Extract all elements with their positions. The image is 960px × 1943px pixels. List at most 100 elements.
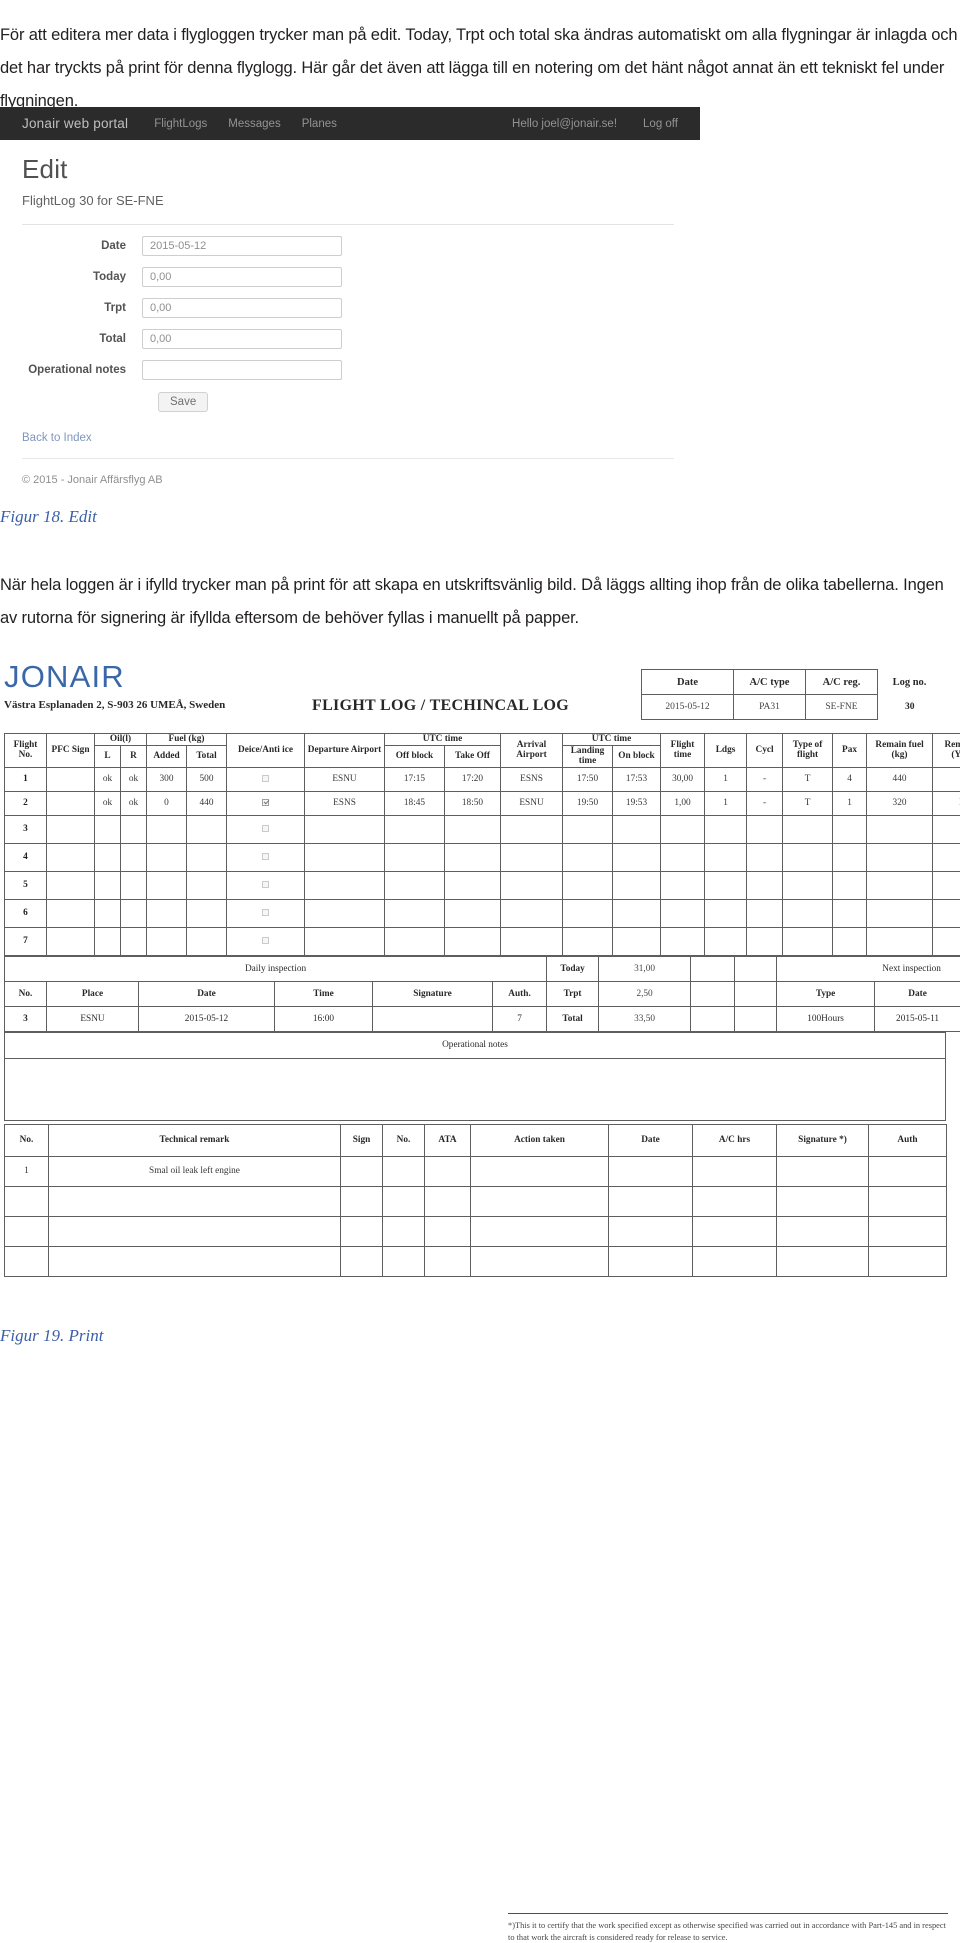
cell-no: 6 <box>5 899 47 927</box>
summary-blank-b <box>735 956 777 981</box>
nav-item-messages[interactable]: Messages <box>228 118 280 130</box>
tech-cell-achrs <box>693 1246 777 1276</box>
checkbox-unchecked-icon <box>262 825 269 832</box>
col-utc-time-departure: UTC time <box>385 734 501 746</box>
back-to-index-link[interactable]: Back to Index <box>22 432 700 444</box>
col-oil-r: R <box>121 745 147 767</box>
label-trpt: Trpt <box>22 302 142 314</box>
cell-oil-l: ok <box>95 767 121 791</box>
cell-type <box>783 927 833 955</box>
cell-ldgs: 1 <box>705 791 747 815</box>
cell-pfc <box>47 927 95 955</box>
cell-ldgs <box>705 899 747 927</box>
cell-no: 7 <box>5 927 47 955</box>
tech-cell-auth <box>869 1246 947 1276</box>
col-off-block: Off block <box>385 745 445 767</box>
cell-oil-r: ok <box>121 791 147 815</box>
table-row: 1okok300500ESNU17:1517:20ESNS17:5017:533… <box>5 767 960 791</box>
deice-checkbox-cell <box>227 815 305 843</box>
col-fuel-added: Added <box>147 745 187 767</box>
cell-arr <box>501 927 563 955</box>
tech-header-no2: No. <box>383 1124 425 1156</box>
cell-fuel-added <box>147 927 187 955</box>
today-input[interactable]: 0,00 <box>142 267 342 287</box>
log-off-link[interactable]: Log off <box>643 118 678 130</box>
tech-cell-no: 1 <box>5 1156 49 1186</box>
di-header-auth: Auth. <box>493 981 547 1006</box>
tech-cell-ata <box>425 1246 471 1276</box>
cell-oil-r: ok <box>121 767 147 791</box>
save-button[interactable]: Save <box>158 392 208 412</box>
user-greeting[interactable]: Hello joel@jonair.se! <box>512 118 617 130</box>
cell-type: T <box>783 767 833 791</box>
col-pfc-sign: PFC Sign <box>47 734 95 768</box>
cell-on-block <box>613 871 661 899</box>
tech-header-no: No. <box>5 1124 49 1156</box>
cell-oil-r <box>121 843 147 871</box>
cell-remarks <box>933 871 960 899</box>
flight-rows-body: 1okok300500ESNU17:1517:20ESNS17:5017:533… <box>5 767 960 955</box>
cell-oil-r <box>121 927 147 955</box>
table-row <box>5 1058 946 1120</box>
col-remain-fuel: Remain fuel (kg) <box>867 734 933 768</box>
deice-checkbox-cell <box>227 843 305 871</box>
form-row-date: Date 2015-05-12 <box>22 236 700 256</box>
cell-dep <box>305 899 385 927</box>
figure-18-edit-screenshot: Jonair web portal FlightLogs Messages Pl… <box>0 107 700 497</box>
col-landing-time: Landing time <box>563 745 613 767</box>
cell-fuel-total <box>187 843 227 871</box>
label-today: Today <box>22 271 142 283</box>
label-total: Total <box>22 333 142 345</box>
cell-arr <box>501 899 563 927</box>
tech-cell-no <box>5 1246 49 1276</box>
cell-oil-r <box>121 871 147 899</box>
cell-pax <box>833 871 867 899</box>
cell-fuel-added <box>147 871 187 899</box>
summary-blank-a <box>691 956 735 981</box>
col-oil: Oil(l) <box>95 734 147 746</box>
portal-navbar: Jonair web portal FlightLogs Messages Pl… <box>0 107 700 140</box>
cell-fuel-added <box>147 815 187 843</box>
company-address: Västra Esplanaden 2, S-903 26 UMEÅ, Swed… <box>4 699 225 711</box>
di-value-auth: 7 <box>493 1006 547 1031</box>
trpt-input[interactable]: 0,00 <box>142 298 342 318</box>
table-row <box>5 1246 947 1276</box>
totals-value-total: 33,50 <box>599 1006 691 1031</box>
cell-arr: ESNU <box>501 791 563 815</box>
form-actions: Save <box>22 392 700 412</box>
table-row: 2okok0440ESNS18:4518:50ESNU19:5019:531,0… <box>5 791 960 815</box>
tech-cell-date <box>609 1216 693 1246</box>
portal-content: Edit FlightLog 30 for SE-FNE Date 2015-0… <box>0 140 700 486</box>
nav-item-flightlogs[interactable]: FlightLogs <box>154 118 207 130</box>
operational-notes-title: Operational notes <box>5 1032 946 1058</box>
cell-pfc <box>47 899 95 927</box>
tech-cell-remark: Smal oil leak left engine <box>49 1156 341 1186</box>
nav-item-planes[interactable]: Planes <box>302 118 337 130</box>
cell-landing <box>563 871 613 899</box>
form-row-today: Today 0,00 <box>22 267 700 287</box>
tech-cell-remark <box>49 1186 341 1216</box>
operational-notes-input[interactable] <box>142 360 342 380</box>
cell-remain-fuel <box>867 871 933 899</box>
tech-cell-ata <box>425 1186 471 1216</box>
di-value-date: 2015-05-12 <box>139 1006 275 1031</box>
cell-flight-time <box>661 843 705 871</box>
col-fuel-total: Total <box>187 745 227 767</box>
cell-on-block <box>613 899 661 927</box>
figure-19-print-screenshot: JONAIR Västra Esplanaden 2, S-903 26 UME… <box>0 655 960 1305</box>
tech-cell-achrs <box>693 1216 777 1246</box>
cell-pax <box>833 899 867 927</box>
table-row: 5 <box>5 871 960 899</box>
cell-pax <box>833 843 867 871</box>
cell-remarks <box>933 815 960 843</box>
cell-flight-time: 1,00 <box>661 791 705 815</box>
cell-arr <box>501 843 563 871</box>
tech-cell-no <box>5 1186 49 1216</box>
total-input[interactable]: 0,00 <box>142 329 342 349</box>
col-remarks: Remarks (Y/N) <box>933 734 960 768</box>
navbar-right-group: Hello joel@jonair.se! Log off <box>486 118 678 130</box>
cell-remarks <box>933 927 960 955</box>
portal-brand[interactable]: Jonair web portal <box>22 116 128 131</box>
cell-ldgs <box>705 843 747 871</box>
date-input[interactable]: 2015-05-12 <box>142 236 342 256</box>
